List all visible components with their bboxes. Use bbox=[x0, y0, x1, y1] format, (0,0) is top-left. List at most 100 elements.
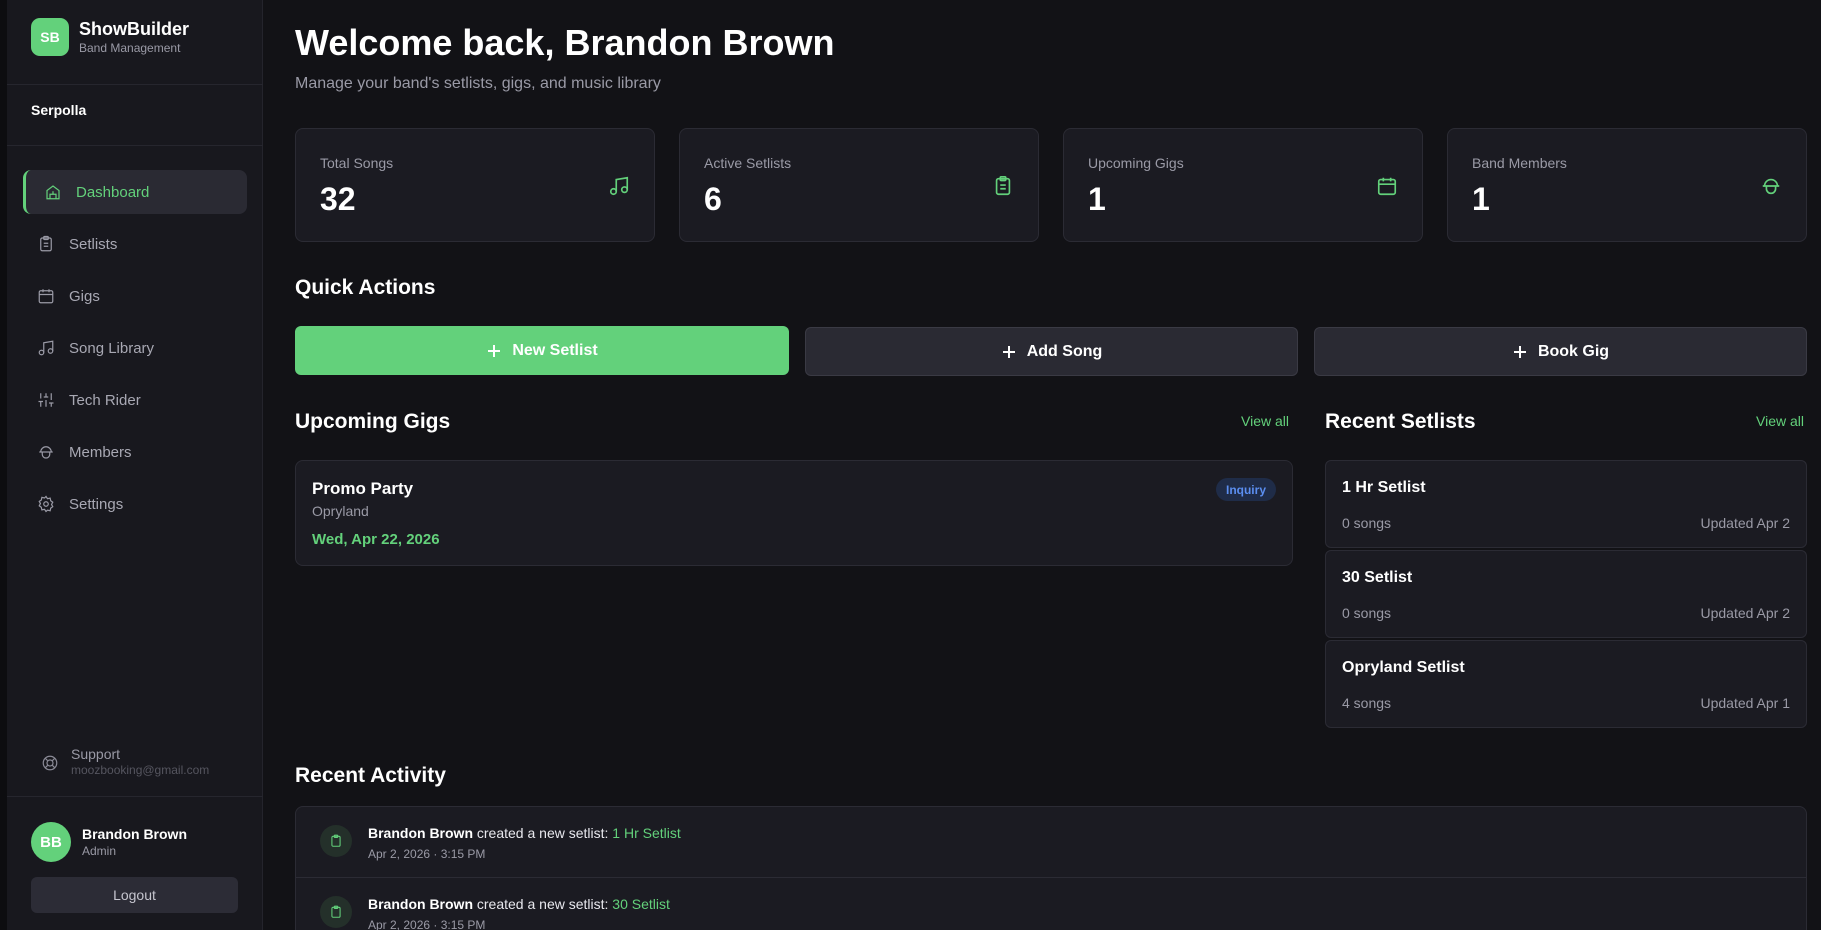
user-profile: BB Brandon Brown Admin bbox=[31, 822, 187, 862]
setlist-card[interactable]: Opryland Setlist 4 songs Updated Apr 1 bbox=[1325, 640, 1807, 728]
stat-value: 32 bbox=[320, 181, 356, 217]
gigs-view-all-link[interactable]: View all bbox=[1241, 413, 1289, 429]
activity-timestamp: Apr 2, 2026 · 3:15 PM bbox=[368, 847, 486, 861]
sidebar-item-label: Setlists bbox=[69, 235, 118, 253]
stat-label: Total Songs bbox=[320, 155, 394, 171]
new-setlist-button[interactable]: New Setlist bbox=[295, 326, 789, 375]
quick-actions-title: Quick Actions bbox=[295, 276, 436, 299]
sidebar-item-gigs[interactable]: Gigs bbox=[23, 274, 247, 318]
add-song-button[interactable]: Add Song bbox=[805, 327, 1298, 376]
sidebar-item-label: Song Library bbox=[69, 339, 155, 357]
sidebar-item-label: Settings bbox=[69, 495, 124, 513]
activity-text: Brandon Brown created a new setlist: 30 … bbox=[368, 896, 670, 912]
user-role: Admin bbox=[82, 843, 117, 858]
activity-action: created a new setlist: bbox=[473, 825, 613, 841]
activity-list: Brandon Brown created a new setlist: 1 H… bbox=[295, 806, 1807, 930]
gear-icon bbox=[38, 495, 54, 513]
setlist-name: Opryland Setlist bbox=[1342, 659, 1465, 676]
setlist-song-count: 0 songs bbox=[1342, 515, 1392, 531]
support-label: Support bbox=[71, 746, 121, 762]
recent-activity-title: Recent Activity bbox=[295, 764, 446, 787]
activity-timestamp: Apr 2, 2026 · 3:15 PM bbox=[368, 918, 486, 930]
setlists-view-all-link[interactable]: View all bbox=[1756, 413, 1804, 429]
band-name[interactable]: Serpolla bbox=[31, 102, 86, 118]
sidebar-item-song-library[interactable]: Song Library bbox=[23, 326, 247, 370]
setlist-updated: Updated Apr 2 bbox=[1700, 515, 1790, 531]
calendar-icon bbox=[38, 289, 54, 304]
stat-value: 1 bbox=[1088, 181, 1106, 217]
stat-card-active-setlists: Active Setlists 6 bbox=[679, 128, 1039, 242]
setlist-song-count: 0 songs bbox=[1342, 605, 1392, 621]
brand-subtitle: Band Management bbox=[79, 41, 181, 55]
avatar: BB bbox=[31, 822, 71, 862]
stat-card-total-songs: Total Songs 32 bbox=[295, 128, 655, 242]
brand[interactable]: SB ShowBuilder Band Management bbox=[31, 18, 189, 56]
clipboard-icon bbox=[995, 176, 1011, 196]
gig-card[interactable]: Promo Party Opryland Wed, Apr 22, 2026 I… bbox=[295, 460, 1293, 566]
sidebar-item-settings[interactable]: Settings bbox=[23, 482, 247, 526]
sidebar-item-setlists[interactable]: Setlists bbox=[23, 222, 247, 266]
activity-target-link[interactable]: 30 Setlist bbox=[612, 896, 670, 912]
divider bbox=[7, 796, 263, 797]
sidebar-nav: Dashboard Setlists Gigs Song Library Tec… bbox=[23, 170, 247, 534]
clipboard-icon bbox=[331, 905, 341, 918]
divider bbox=[7, 84, 263, 85]
stat-card-upcoming-gigs: Upcoming Gigs 1 bbox=[1063, 128, 1423, 242]
setlist-name: 30 Setlist bbox=[1342, 569, 1413, 586]
plus-icon bbox=[1513, 345, 1526, 358]
sidebar-item-label: Gigs bbox=[69, 287, 100, 305]
calendar-icon bbox=[1377, 177, 1397, 196]
activity-icon bbox=[320, 896, 352, 928]
user-name: Brandon Brown bbox=[82, 825, 187, 842]
activity-user: Brandon Brown bbox=[368, 825, 473, 841]
gig-date: Wed, Apr 22, 2026 bbox=[312, 531, 440, 548]
sidebar-item-label: Tech Rider bbox=[69, 391, 141, 409]
window-edge bbox=[0, 0, 7, 930]
stat-label: Active Setlists bbox=[704, 155, 792, 171]
clipboard-icon bbox=[40, 235, 52, 252]
stat-label: Upcoming Gigs bbox=[1088, 155, 1184, 171]
stat-label: Band Members bbox=[1472, 155, 1567, 171]
home-icon bbox=[46, 185, 60, 200]
sidebar-item-dashboard[interactable]: Dashboard bbox=[23, 170, 247, 214]
book-gig-button[interactable]: Book Gig bbox=[1314, 327, 1807, 376]
setlist-song-count: 4 songs bbox=[1342, 695, 1392, 711]
activity-icon bbox=[320, 825, 352, 857]
sliders-icon bbox=[38, 393, 54, 407]
sidebar-item-label: Dashboard bbox=[76, 183, 150, 201]
activity-target-link[interactable]: 1 Hr Setlist bbox=[612, 825, 680, 841]
setlist-updated: Updated Apr 1 bbox=[1700, 695, 1790, 711]
sidebar: SB ShowBuilder Band Management Serpolla … bbox=[7, 0, 263, 930]
setlist-card[interactable]: 1 Hr Setlist 0 songs Updated Apr 2 bbox=[1325, 460, 1807, 548]
sidebar-item-members[interactable]: Members bbox=[23, 430, 247, 474]
button-label: Add Song bbox=[1026, 342, 1103, 360]
sidebar-item-label: Members bbox=[69, 443, 132, 461]
music-note-icon bbox=[609, 176, 629, 196]
sidebar-item-tech-rider[interactable]: Tech Rider bbox=[23, 378, 247, 422]
setlist-updated: Updated Apr 2 bbox=[1700, 605, 1790, 621]
brand-name: ShowBuilder bbox=[79, 19, 190, 39]
stat-value: 1 bbox=[1472, 181, 1490, 217]
activity-item: Brandon Brown created a new setlist: 1 H… bbox=[296, 807, 1806, 877]
members-icon bbox=[1762, 178, 1780, 195]
button-label: Book Gig bbox=[1537, 342, 1610, 360]
page-title: Welcome back, Brandon Brown bbox=[295, 22, 835, 63]
status-badge: Inquiry bbox=[1215, 478, 1276, 501]
plus-icon bbox=[1002, 345, 1015, 358]
support-link[interactable]: Support moozbooking@gmail.com bbox=[41, 746, 209, 778]
logout-button[interactable]: Logout bbox=[31, 877, 238, 913]
brand-logo: SB bbox=[31, 18, 69, 56]
activity-user: Brandon Brown bbox=[368, 896, 473, 912]
upcoming-gigs-title: Upcoming Gigs bbox=[295, 410, 451, 433]
recent-setlists-title: Recent Setlists bbox=[1325, 410, 1476, 433]
setlist-card[interactable]: 30 Setlist 0 songs Updated Apr 2 bbox=[1325, 550, 1807, 638]
members-icon bbox=[39, 446, 53, 459]
stat-card-band-members: Band Members 1 bbox=[1447, 128, 1807, 242]
button-label: New Setlist bbox=[512, 341, 598, 359]
clipboard-icon bbox=[331, 834, 341, 847]
gig-venue: Opryland bbox=[312, 503, 369, 519]
stat-value: 6 bbox=[704, 181, 722, 217]
setlist-name: 1 Hr Setlist bbox=[1342, 479, 1426, 496]
support-email: moozbooking@gmail.com bbox=[71, 763, 210, 777]
plus-icon bbox=[488, 344, 501, 357]
